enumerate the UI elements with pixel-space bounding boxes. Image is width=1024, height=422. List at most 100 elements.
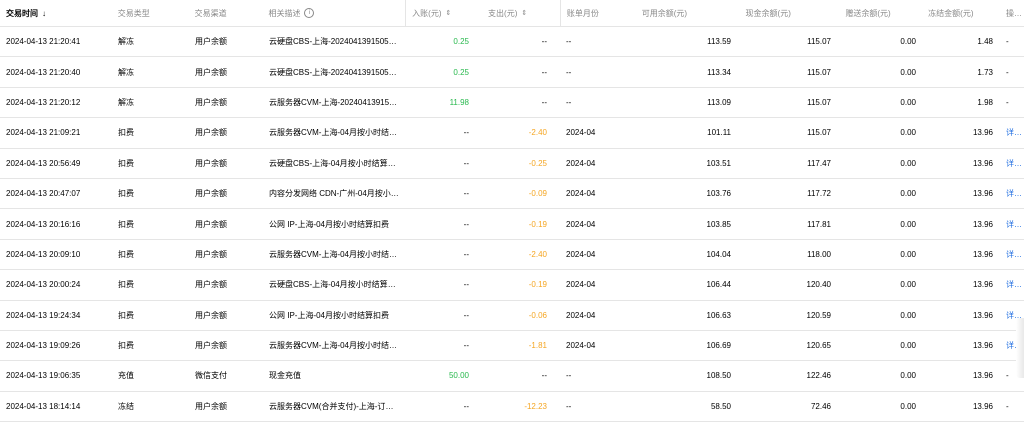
cell-type: 扣费 bbox=[118, 128, 134, 138]
header-income[interactable]: 入账(元) ⇕ bbox=[406, 8, 482, 19]
cell-description: 现金充值 bbox=[269, 371, 301, 381]
details-link[interactable]: 详情 bbox=[1002, 127, 1024, 138]
sort-desc-icon[interactable]: ↓ bbox=[42, 9, 46, 18]
cell-type: 扣费 bbox=[118, 341, 134, 351]
cell-cash-balance: 117.81 bbox=[807, 219, 831, 229]
cell-description: 云服务器CVM-上海-20240413915054... bbox=[269, 97, 406, 107]
cell-description: 云硬盘CBS-上海-04月按小时结算扣费 bbox=[269, 158, 404, 168]
table-row: 2024-04-13 19:24:34 扣费 用户余额 公网 IP-上海-04月按小时… bbox=[0, 301, 1024, 331]
cell-type: 冻结 bbox=[118, 401, 134, 411]
cell-time: 2024-04-13 21:20:12 bbox=[6, 97, 81, 107]
cell-channel: 微信支付 bbox=[195, 371, 227, 381]
cell-channel: 用户余额 bbox=[195, 249, 227, 259]
cell-cash-balance: 120.65 bbox=[806, 341, 831, 351]
cell-time: 2024-04-13 20:47:07 bbox=[6, 189, 81, 199]
cell-gift-balance: 0.00 bbox=[900, 37, 916, 47]
cell-income: -- bbox=[463, 280, 469, 290]
cell-description: 公网 IP-上海-04月按小时结算扣费 bbox=[269, 219, 390, 229]
cell-time: 2024-04-13 21:09:21 bbox=[6, 128, 81, 138]
cell-frozen-amount: 13.96 bbox=[972, 128, 993, 138]
table-row: 2024-04-13 20:00:24 扣费 用户余额 云硬盘CBS-上海-04月按小… bbox=[0, 270, 1024, 301]
cell-expense: -2.40 bbox=[528, 128, 547, 138]
cell-available-balance: 113.34 bbox=[707, 67, 731, 77]
cell-type: 扣费 bbox=[118, 310, 134, 320]
cell-income: -- bbox=[463, 249, 469, 259]
sort-icon[interactable]: ⇕ bbox=[521, 10, 527, 17]
cell-frozen-amount: 13.96 bbox=[972, 219, 993, 229]
cell-expense: -0.19 bbox=[528, 219, 547, 229]
cell-type: 解冻 bbox=[118, 37, 134, 47]
cell-type: 扣费 bbox=[118, 280, 134, 290]
table-body: 2024-04-13 21:20:41 解冻用户余额 云硬盘CBS-上海-20240… bbox=[0, 27, 1024, 422]
cell-frozen-amount: 13.96 bbox=[972, 280, 993, 290]
cell-cash-balance: 115.07 bbox=[807, 128, 831, 138]
cell-gift-balance: 0.00 bbox=[900, 158, 916, 168]
cell-description: 内容分发网络 CDN-广州-04月按小时... bbox=[269, 189, 406, 199]
cell-frozen-amount: 13.96 bbox=[972, 310, 993, 320]
cell-available-balance: 108.50 bbox=[706, 371, 731, 381]
cell-available-balance: 103.51 bbox=[706, 158, 731, 168]
cell-bill-month: 2024-04 bbox=[566, 310, 596, 320]
header-time-label: 交易时间 bbox=[6, 8, 38, 18]
cell-gift-balance: 0.00 bbox=[900, 341, 916, 351]
cell-description: 云硬盘CBS-上海-2024041391505490... bbox=[269, 67, 406, 77]
cell-type: 充值 bbox=[118, 371, 134, 381]
transaction-table: 交易时间 ↓ 交易类型 交易渠道 相关描述 i 入账(元) ⇕ 支出(元) ⇕ 账单月份… bbox=[0, 0, 1024, 422]
header-expense-label: 支出(元) bbox=[488, 8, 518, 18]
cell-time: 2024-04-13 21:20:41 bbox=[6, 37, 81, 47]
cell-expense: -2.40 bbox=[528, 249, 547, 259]
cell-time: 2024-04-13 21:20:40 bbox=[6, 67, 81, 77]
details-link[interactable]: 详情 bbox=[1002, 158, 1024, 169]
cell-description: 云服务器CVM-上海-04月按小时结算扣费 bbox=[269, 249, 406, 259]
cell-expense: -0.19 bbox=[528, 280, 547, 290]
header-operation: 操作 bbox=[1006, 8, 1023, 18]
header-expense[interactable]: 支出(元) ⇕ bbox=[482, 8, 560, 19]
cell-bill-month: 2024-04 bbox=[566, 341, 596, 351]
header-frozen-amount: 冻结金额(元) bbox=[928, 8, 974, 18]
info-icon[interactable]: i bbox=[304, 8, 315, 19]
header-time[interactable]: 交易时间 ↓ bbox=[0, 8, 112, 19]
cell-frozen-amount: 1.98 bbox=[977, 97, 993, 107]
cell-time: 2024-04-13 19:09:26 bbox=[6, 341, 81, 351]
cell-channel: 用户余额 bbox=[195, 341, 227, 351]
cell-expense: -- bbox=[541, 371, 547, 381]
cell-channel: 用户余额 bbox=[195, 97, 227, 107]
table-header: 交易时间 ↓ 交易类型 交易渠道 相关描述 i 入账(元) ⇕ 支出(元) ⇕ 账单月份… bbox=[0, 0, 1024, 27]
cell-income: -- bbox=[463, 189, 469, 199]
cell-channel: 用户余额 bbox=[195, 67, 227, 77]
cell-bill-month: 2024-04 bbox=[566, 280, 596, 290]
details-link[interactable]: 详情 bbox=[1002, 279, 1024, 290]
details-link[interactable]: 详情 bbox=[1002, 188, 1024, 199]
cell-cash-balance: 115.07 bbox=[807, 37, 831, 47]
cell-gift-balance: 0.00 bbox=[900, 310, 916, 320]
cell-gift-balance: 0.00 bbox=[900, 189, 916, 199]
cell-gift-balance: 0.00 bbox=[900, 219, 916, 229]
cell-bill-month: -- bbox=[566, 371, 572, 381]
cell-operation: - bbox=[1006, 67, 1009, 77]
cell-available-balance: 113.59 bbox=[707, 37, 731, 47]
scrollbar-thumb[interactable] bbox=[1016, 318, 1024, 378]
sort-icon[interactable]: ⇕ bbox=[446, 10, 452, 17]
cell-gift-balance: 0.00 bbox=[900, 249, 916, 259]
cell-gift-balance: 0.00 bbox=[900, 67, 916, 77]
table-row: 2024-04-13 19:06:35 充值 微信支付 现金充值 50.00 -- -- 10… bbox=[0, 361, 1024, 392]
table-row: 2024-04-13 20:56:49 扣费 用户余额 云硬盘CBS-上海-04月按小… bbox=[0, 149, 1024, 179]
header-channel: 交易渠道 bbox=[194, 8, 227, 18]
cell-available-balance: 103.85 bbox=[706, 219, 731, 229]
cell-description: 云硬盘CBS-上海-2024041391505490... bbox=[269, 37, 406, 47]
cell-cash-balance: 72.46 bbox=[810, 401, 831, 411]
cell-frozen-amount: 13.96 bbox=[972, 401, 993, 411]
header-gift-balance: 赠送余额(元) bbox=[845, 8, 891, 18]
cell-cash-balance: 115.07 bbox=[807, 67, 831, 77]
header-available-balance: 可用余额(元) bbox=[641, 8, 688, 18]
cell-type: 扣费 bbox=[118, 219, 134, 229]
header-income-label: 入账(元) bbox=[412, 8, 442, 18]
cell-expense: -- bbox=[541, 37, 547, 47]
cell-expense: -12.23 bbox=[524, 401, 547, 411]
details-link[interactable]: 详情 bbox=[1002, 249, 1024, 260]
details-link[interactable]: 详情 bbox=[1002, 219, 1024, 230]
cell-frozen-amount: 13.96 bbox=[972, 341, 993, 351]
cell-gift-balance: 0.00 bbox=[900, 401, 916, 411]
cell-expense: -- bbox=[541, 97, 547, 107]
cell-channel: 用户余额 bbox=[195, 128, 227, 138]
